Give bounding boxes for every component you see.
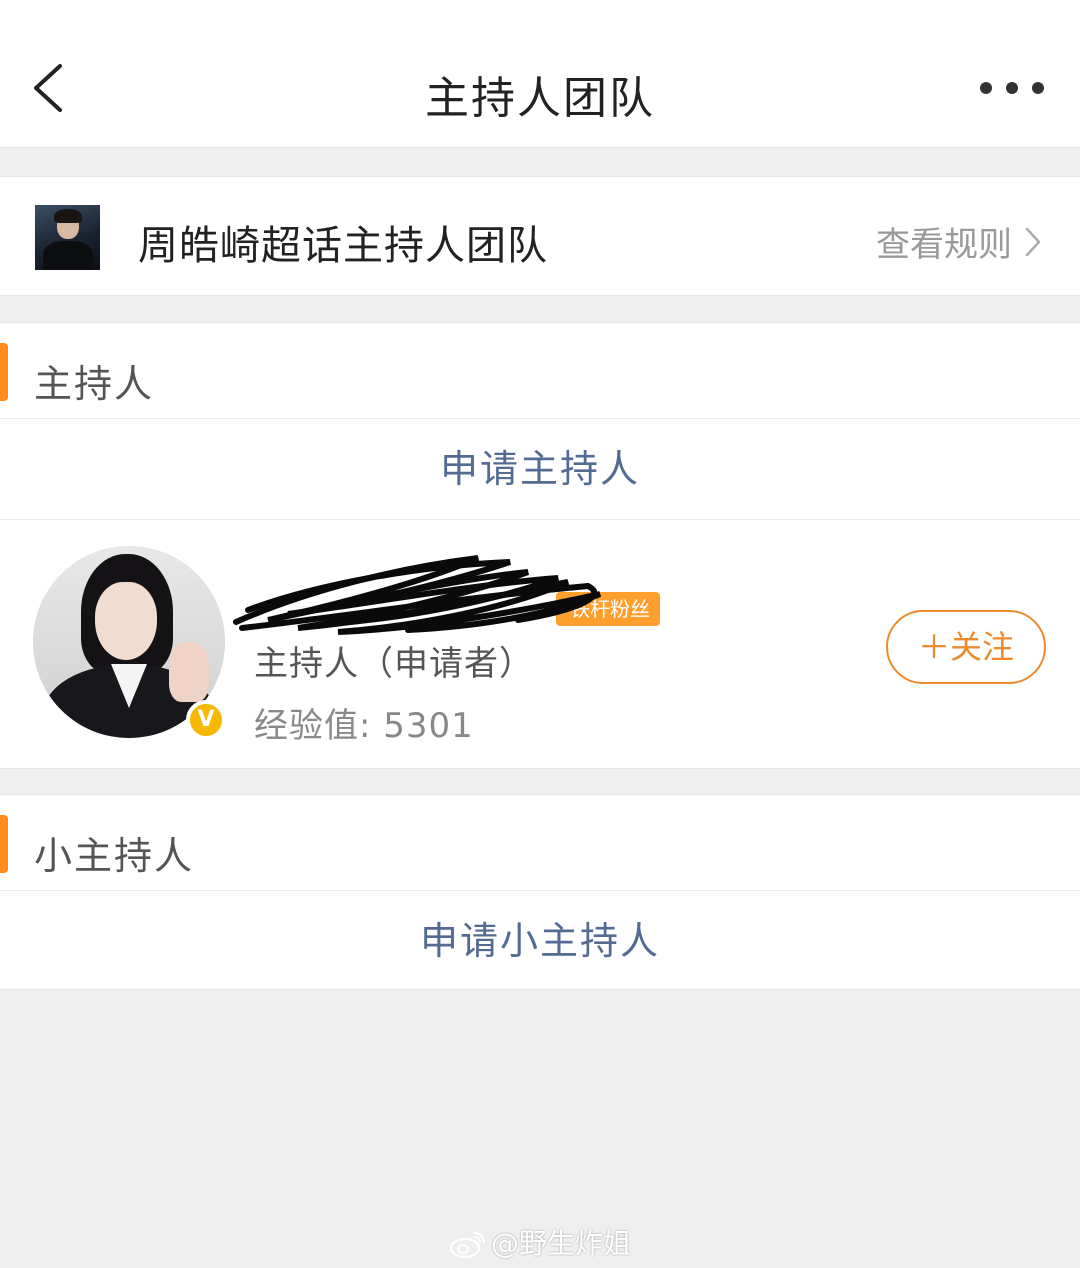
verified-v-icon: V [186, 700, 226, 740]
team-header: 周皓崎超话主持人团队 查看规则 [0, 176, 1080, 296]
nav-bar: 主持人团队 [0, 0, 1080, 148]
weibo-logo-icon [449, 1231, 486, 1259]
apply-junior-host-button[interactable]: 申请小主持人 [0, 891, 1080, 991]
section-host: 主持人 申请主持人 V 铁杆粉丝 主持人（申请者） 经验值: 5301 ＋关注 [0, 322, 1080, 769]
section-title: 主持人 [34, 362, 155, 406]
view-rules-link[interactable]: 查看规则 [876, 217, 1042, 266]
watermark: @野生炸姐 [0, 1222, 1080, 1262]
host-member-row[interactable]: V 铁杆粉丝 主持人（申请者） 经验值: 5301 ＋关注 [0, 519, 1080, 767]
more-icon[interactable] [980, 76, 1044, 100]
redaction-scribble [233, 555, 602, 635]
section-accent-bar [0, 343, 8, 401]
page-title: 主持人团队 [425, 73, 655, 124]
follow-button[interactable]: ＋关注 [886, 610, 1046, 684]
view-rules-label: 查看规则 [876, 225, 1012, 265]
section-accent-bar [0, 815, 8, 873]
section-header: 小主持人 [0, 795, 1080, 891]
host-role: 主持人（申请者） [254, 644, 534, 684]
team-name: 周皓崎超话主持人团队 [138, 223, 548, 269]
watermark-text: @野生炸姐 [490, 1227, 631, 1260]
chevron-right-icon [1025, 227, 1041, 256]
section-title: 小主持人 [34, 834, 195, 878]
section-junior-host: 小主持人 申请小主持人 [0, 794, 1080, 990]
team-avatar [35, 205, 100, 270]
host-exp: 经验值: 5301 [254, 706, 474, 746]
section-header: 主持人 [0, 323, 1080, 419]
apply-host-button[interactable]: 申请主持人 [0, 419, 1080, 519]
